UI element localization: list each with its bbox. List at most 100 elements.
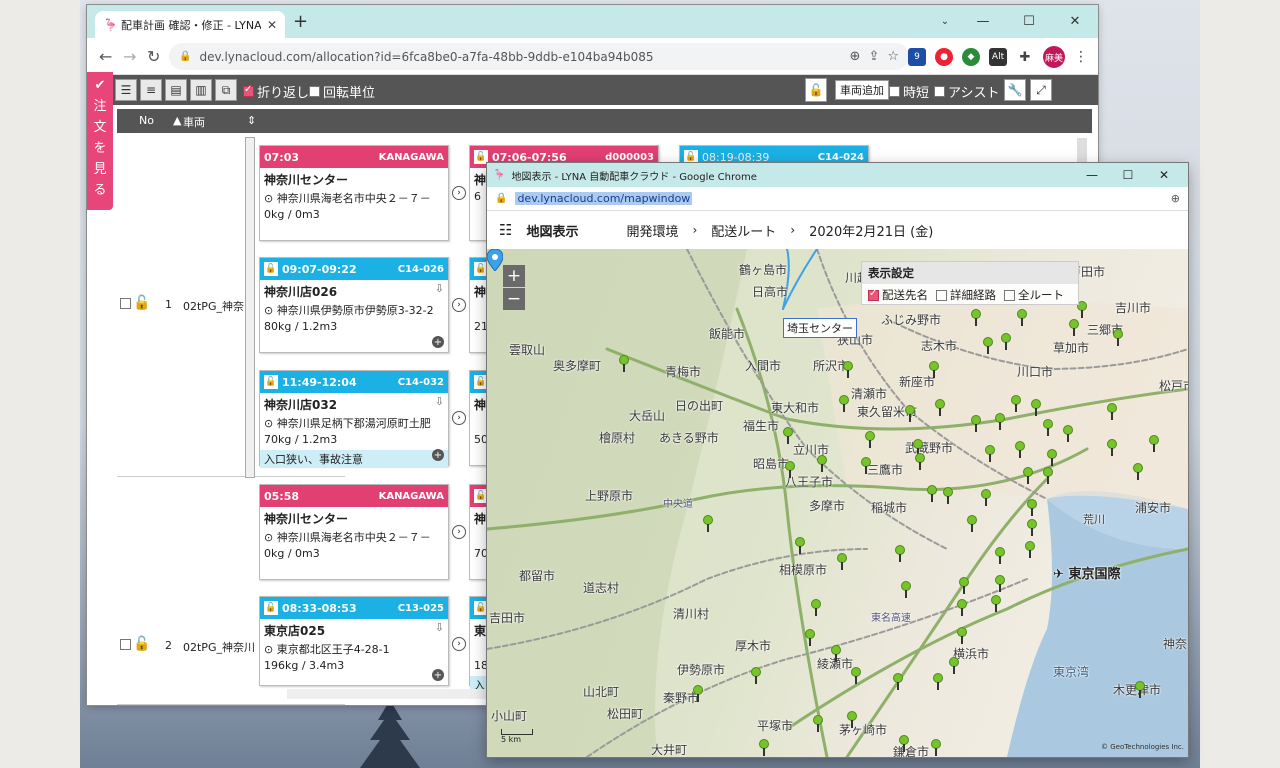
close-window-icon[interactable]: ✕ <box>1146 168 1182 182</box>
view-orders-button[interactable]: ✔ 注 文 を 見 る <box>87 72 113 210</box>
route-stop-card[interactable]: 🔓 11:49-12:04 C14-032 ⇩ 神奈川店032 ⊙ 神奈川県足柄… <box>259 370 449 468</box>
delivery-pin-icon[interactable] <box>837 553 847 571</box>
next-stop-arrow-icon[interactable]: › <box>452 637 466 651</box>
row-lock-icon[interactable]: 🔓 <box>133 295 150 311</box>
shortcut-checkbox-box[interactable] <box>889 86 900 97</box>
url-text[interactable]: dev.lynacloud.com/allocation?id=6fca8be0… <box>199 50 841 64</box>
delivery-pin-icon[interactable] <box>619 355 629 373</box>
route-stop-card[interactable]: 🔓 09:07-09:22 C14-026 ⇩ 神奈川店026 ⊙ 神奈川県伊勢… <box>259 257 449 353</box>
delivery-pin-icon[interactable] <box>949 657 959 675</box>
delivery-pin-icon[interactable] <box>959 577 969 595</box>
delivery-pin-icon[interactable] <box>865 431 875 449</box>
all-routes-checkbox[interactable] <box>1004 289 1015 301</box>
zoom-in-icon[interactable]: + <box>503 265 525 287</box>
delivery-pin-icon[interactable] <box>1015 441 1025 459</box>
delivery-pin-icon[interactable] <box>811 599 821 617</box>
destination-name-checkbox[interactable] <box>868 288 879 301</box>
extension-alt-icon[interactable]: Alt <box>989 48 1007 66</box>
extension-turtle-icon[interactable]: ◆ <box>962 48 980 66</box>
delivery-pin-icon[interactable] <box>935 399 945 417</box>
breadcrumb-environment[interactable]: 開発環境 <box>626 221 678 240</box>
profile-avatar[interactable]: 麻美 <box>1043 46 1065 68</box>
route-map[interactable]: + − 鶴ヶ島市 日高市 川越 ふじみ野市 戸田市 吉川市 三郷市 飯能市 狭山… <box>487 249 1188 757</box>
row-checkbox[interactable] <box>120 639 131 650</box>
delivery-pin-icon[interactable] <box>795 537 805 555</box>
delivery-pin-icon[interactable] <box>751 667 761 685</box>
card-lock-icon[interactable]: 🔓 <box>474 262 488 276</box>
delivery-pin-icon[interactable] <box>1069 319 1079 337</box>
browser-tab-allocation[interactable]: 🦩 配車計画 確認・修正 - LYNA 自動 ✕ <box>95 11 285 38</box>
breadcrumb-date[interactable]: 2020年2月21日 (金) <box>809 221 933 240</box>
sort-asc-icon[interactable]: ▲ <box>173 114 181 127</box>
delivery-pin-icon[interactable] <box>839 395 849 413</box>
row-lock-icon[interactable]: 🔓 <box>133 636 150 652</box>
card-lock-icon[interactable]: 🔓 <box>684 150 698 164</box>
zoom-icon[interactable]: ⊕ <box>850 49 861 64</box>
delivery-pin-icon[interactable] <box>1001 333 1011 351</box>
secure-lock-icon[interactable]: 🔒 <box>495 193 507 204</box>
new-tab-icon[interactable]: + <box>293 13 308 31</box>
add-plus-icon[interactable]: + <box>432 449 444 461</box>
secure-lock-icon[interactable]: 🔒 <box>179 51 191 62</box>
delivery-pin-icon[interactable] <box>971 415 981 433</box>
down-arrow-icon[interactable]: ⇩ <box>435 621 444 634</box>
delivery-pin-icon[interactable] <box>703 515 713 533</box>
maximize-icon[interactable]: ☐ <box>1110 168 1146 182</box>
view-list-icon[interactable]: ☰ <box>115 79 137 101</box>
close-window-icon[interactable]: ✕ <box>1052 5 1098 38</box>
delivery-pin-icon[interactable] <box>1023 467 1033 485</box>
extension-color-icon[interactable]: ● <box>935 48 953 66</box>
assist-checkbox[interactable]: アシスト <box>934 82 999 101</box>
add-plus-icon[interactable]: + <box>432 336 444 348</box>
detail-route-option[interactable]: 詳細経路 <box>936 287 996 303</box>
detail-route-checkbox[interactable] <box>936 289 947 301</box>
next-stop-arrow-icon[interactable]: › <box>452 298 466 312</box>
delivery-pin-icon[interactable] <box>817 455 827 473</box>
delivery-pin-icon[interactable] <box>927 485 937 503</box>
delivery-pin-icon[interactable] <box>831 645 841 663</box>
close-tab-icon[interactable]: ✕ <box>267 18 277 32</box>
next-stop-arrow-icon[interactable]: › <box>452 525 466 539</box>
breadcrumb-route[interactable]: 配送ルート <box>711 221 776 240</box>
card-lock-icon[interactable]: 🔓 <box>474 601 488 615</box>
zoom-icon[interactable]: ⊕ <box>1171 192 1180 205</box>
zoom-out-icon[interactable]: − <box>503 288 525 310</box>
wrap-checkbox-box[interactable] <box>243 84 254 97</box>
row-scrollbar[interactable] <box>245 137 255 478</box>
route-stop-card[interactable]: 🔓 08:33-08:53 C13-025 ⇩ 東京店025 ⊙ 東京都北区王子… <box>259 596 449 686</box>
reload-icon[interactable]: ↻ <box>147 47 160 66</box>
route-stop-card[interactable]: 07:03 KANAGAWA 神奈川センター ⊙ 神奈川県海老名市中央２－７－ … <box>259 145 449 241</box>
delivery-pin-icon[interactable] <box>783 427 793 445</box>
down-arrow-icon[interactable]: ⇩ <box>435 395 444 408</box>
chrome-menu-icon[interactable]: ⋮ <box>1074 49 1088 65</box>
route-stop-card[interactable]: 05:58 KANAGAWA 神奈川センター ⊙ 神奈川県海老名市中央２－７－ … <box>259 484 449 580</box>
delivery-pin-icon[interactable] <box>967 515 977 533</box>
delivery-pin-icon[interactable] <box>985 445 995 463</box>
delivery-pin-icon[interactable] <box>861 457 871 475</box>
delivery-pin-icon[interactable] <box>1017 309 1027 327</box>
delivery-pin-icon[interactable] <box>759 739 769 757</box>
minimize-icon[interactable]: — <box>1074 168 1110 182</box>
delivery-pin-icon[interactable] <box>995 413 1005 431</box>
card-lock-icon[interactable]: 🔓 <box>264 375 278 389</box>
card-lock-icon[interactable]: 🔓 <box>264 262 278 276</box>
delivery-pin-icon[interactable] <box>983 337 993 355</box>
delivery-pin-icon[interactable] <box>943 487 953 505</box>
view-copy-icon[interactable]: ⧉ <box>215 79 237 101</box>
bookmark-star-icon[interactable]: ☆ <box>887 49 899 64</box>
forward-arrow-icon[interactable]: → <box>123 47 136 66</box>
col-header-vehicle[interactable]: 車両 <box>183 114 205 130</box>
delivery-pin-icon[interactable] <box>995 575 1005 593</box>
row-vehicle[interactable]: 02tPG_神奈 <box>183 298 247 314</box>
delivery-pin-icon[interactable] <box>895 545 905 563</box>
delivery-pin-icon[interactable] <box>847 711 857 729</box>
add-vehicle-button[interactable]: 車両追加 <box>835 80 889 100</box>
delivery-pin-icon[interactable] <box>1107 439 1117 457</box>
map-url-text[interactable]: dev.lynacloud.com/mapwindow <box>515 192 693 205</box>
delivery-pin-icon[interactable] <box>995 547 1005 565</box>
down-arrow-icon[interactable]: ⇩ <box>435 282 444 295</box>
extension-calendar-icon[interactable]: 9 <box>908 48 926 66</box>
delivery-pin-icon[interactable] <box>1135 681 1145 699</box>
all-routes-option[interactable]: 全ルート <box>1004 287 1064 303</box>
next-stop-arrow-icon[interactable]: › <box>452 186 466 200</box>
